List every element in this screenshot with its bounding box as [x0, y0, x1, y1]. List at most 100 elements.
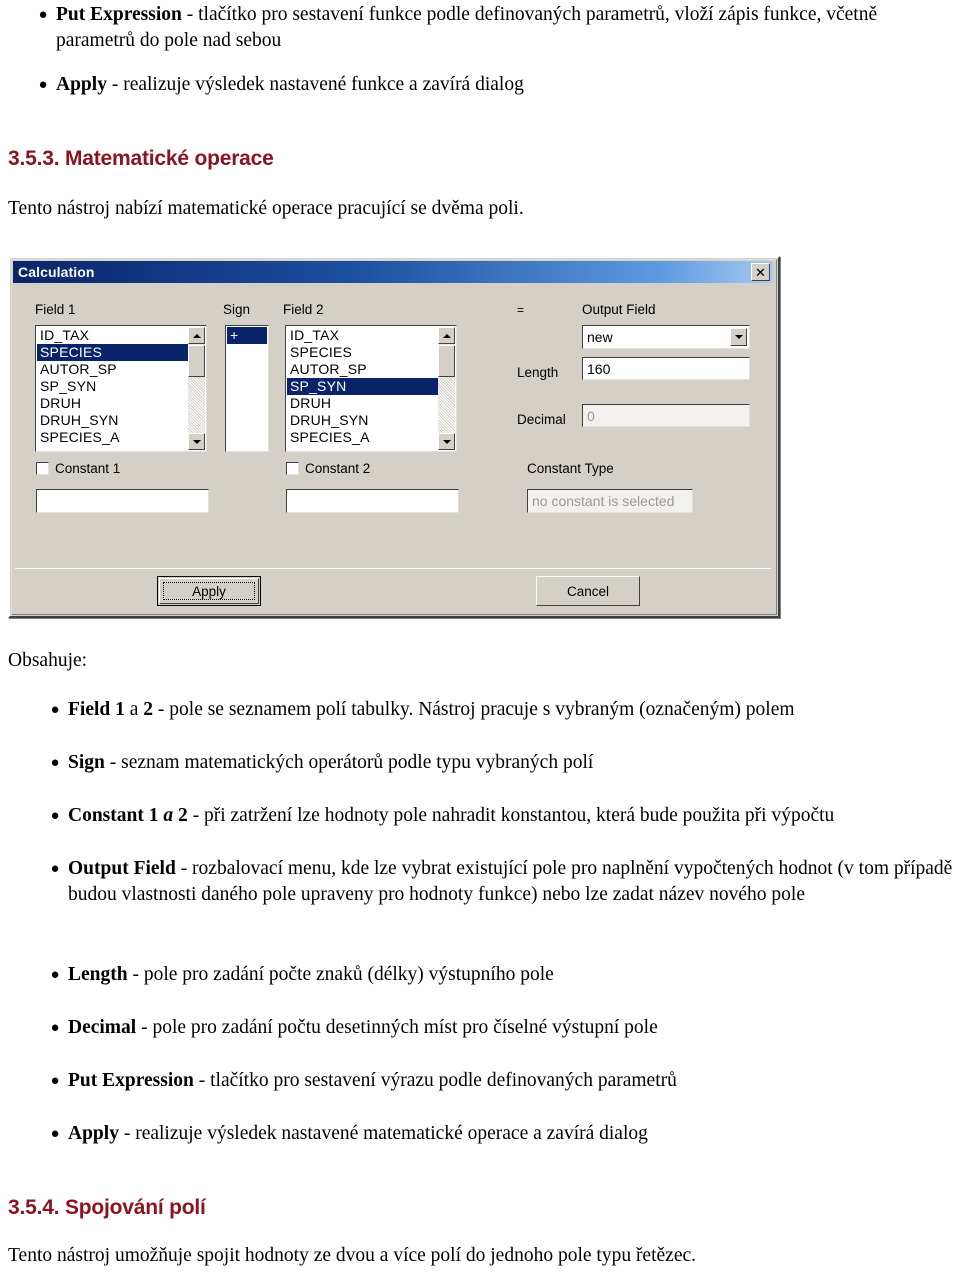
- term-put-expression: Put Expression: [56, 4, 182, 25]
- dialog-titlebar[interactable]: Calculation ✕: [13, 261, 773, 283]
- bullet-decimal: ● Decimal - pole pro zadání počtu deseti…: [42, 1015, 947, 1041]
- list-item[interactable]: ID_TAX: [287, 327, 438, 344]
- desc-length: - pole pro zadání počte znaků (délky) vý…: [127, 964, 554, 985]
- constant2-input[interactable]: [286, 489, 459, 513]
- term-output-field: Output Field: [68, 858, 176, 879]
- close-glyph: ✕: [755, 264, 766, 280]
- constant1-checkbox[interactable]: [36, 462, 49, 475]
- term-apply: Apply: [56, 74, 107, 95]
- decimal-value: 0: [587, 407, 595, 424]
- desc-apply-lower: - realizuje výsledek nastavené matematic…: [118, 1123, 648, 1144]
- bullet-dot-icon: ●: [50, 1020, 60, 1036]
- output-field-combobox[interactable]: new: [582, 325, 750, 349]
- term-field: Field 1: [68, 699, 125, 720]
- list-item[interactable]: SP_SYN: [37, 378, 188, 395]
- list-item[interactable]: DRUH: [37, 395, 188, 412]
- desc-put-expression-lower: - tlačítko pro sestavení výrazu podle de…: [193, 1070, 677, 1091]
- bullet-apply-top: ● Apply - realizuje výsledek nastavené f…: [30, 72, 945, 98]
- constant1-input[interactable]: [36, 489, 209, 513]
- label-constant1: Constant 1: [55, 461, 121, 476]
- term-field-2: 2: [143, 699, 154, 720]
- decimal-input[interactable]: 0: [582, 404, 750, 427]
- heading-3-5-3: 3.5.3. Matematické operace: [8, 147, 274, 170]
- label-length: Length: [517, 365, 559, 380]
- term-field-conj: a: [124, 699, 144, 720]
- field2-items: ID_TAX SPECIES AUTOR_SP SP_SYN DRUH DRUH…: [287, 327, 438, 450]
- apply-button[interactable]: Apply: [157, 576, 261, 606]
- heading-3-5-4: 3.5.4. Spojování polí: [8, 1196, 206, 1219]
- length-input[interactable]: 160: [582, 357, 750, 380]
- constant-type-display: no constant is selected: [527, 489, 693, 513]
- desc-apply: - realizuje výsledek nastavené funkce a …: [106, 74, 524, 95]
- field2-scrollbar[interactable]: [438, 327, 455, 450]
- constant2-checkbox-row[interactable]: Constant 2: [286, 461, 370, 476]
- term-decimal: Decimal: [68, 1017, 137, 1038]
- scroll-down-icon[interactable]: [188, 433, 205, 450]
- intro-3-5-4: Tento nástroj umožňuje spojit hodnoty ze…: [8, 1245, 697, 1266]
- list-item[interactable]: DRUH: [287, 395, 438, 412]
- sign-items: +: [227, 327, 267, 450]
- scrollbar-thumb[interactable]: [438, 345, 455, 377]
- scroll-up-icon[interactable]: [438, 327, 455, 344]
- desc-decimal: - pole pro zadání počtu desetinných míst…: [136, 1017, 658, 1038]
- list-item[interactable]: ID_TAX: [37, 327, 188, 344]
- sign-listbox[interactable]: +: [225, 325, 269, 452]
- label-sign: Sign: [223, 302, 251, 317]
- bullet-dot-icon: ●: [50, 967, 60, 983]
- field1-listbox[interactable]: ID_TAX SPECIES AUTOR_SP SP_SYN DRUH DRUH…: [35, 325, 207, 452]
- bullet-put-expression-lower: ● Put Expression - tlačítko pro sestaven…: [42, 1068, 947, 1094]
- term-put-expression-lower: Put Expression: [68, 1070, 194, 1091]
- term-constant: Constant 1: [68, 805, 159, 826]
- label-output-field: Output Field: [582, 302, 656, 317]
- term-sign: Sign: [68, 752, 105, 773]
- list-item[interactable]: SPECIES_A: [287, 429, 438, 446]
- bullet-put-expression: ● Put Expression - tlačítko pro sestaven…: [30, 2, 945, 54]
- list-item-selected[interactable]: SP_SYN: [287, 378, 438, 395]
- apply-button-label: Apply: [192, 583, 226, 599]
- output-field-value: new: [587, 329, 613, 345]
- desc-sign: - seznam matematických operátorů podle t…: [104, 752, 594, 773]
- length-value: 160: [587, 360, 611, 377]
- label-constant2: Constant 2: [305, 461, 371, 476]
- field1-scrollbar[interactable]: [188, 327, 205, 450]
- cancel-button[interactable]: Cancel: [536, 576, 640, 606]
- dialog-button-strip: Apply Cancel: [15, 570, 771, 614]
- bullet-dot-icon: ●: [50, 755, 60, 771]
- intro-3-5-3: Tento nástroj nabízí matematické operace…: [8, 198, 524, 219]
- desc-output-field: - rozbalovací menu, kde lze vybrat exist…: [68, 858, 953, 905]
- desc-field: - pole se seznamem polí tabulky. Nástroj…: [153, 699, 795, 720]
- dialog-title: Calculation: [18, 264, 95, 280]
- list-item[interactable]: DRUH_SYN: [37, 412, 188, 429]
- term-constant-conj: a: [158, 805, 178, 826]
- bullet-dot-icon: ●: [38, 77, 48, 93]
- bullet-sign: ● Sign - seznam matematických operátorů …: [42, 750, 947, 776]
- chevron-down-icon[interactable]: [730, 328, 747, 346]
- bullet-constant-1-2: ● Constant 1 a 2 - při zatržení lze hodn…: [42, 803, 957, 829]
- term-constant-2: 2: [177, 805, 188, 826]
- list-item[interactable]: AUTOR_SP: [37, 361, 188, 378]
- label-decimal: Decimal: [517, 412, 566, 427]
- bullet-field-1-2: ● Field 1 a 2 - pole se seznamem polí ta…: [42, 697, 947, 723]
- list-item[interactable]: SPECIES_A: [37, 429, 188, 446]
- constant-type-value: no constant is selected: [532, 493, 675, 509]
- list-item[interactable]: DRUH_SYN: [287, 412, 438, 429]
- list-item-selected[interactable]: SPECIES: [37, 344, 188, 361]
- list-item[interactable]: SPECIES: [287, 344, 438, 361]
- contains-label: Obsahuje:: [8, 650, 88, 671]
- bullet-dot-icon: ●: [50, 808, 60, 824]
- bullet-output-field: ● Output Field - rozbalovací menu, kde l…: [42, 856, 957, 908]
- list-item[interactable]: AUTOR_SP: [287, 361, 438, 378]
- calculation-dialog: Calculation ✕ Field 1 Sign Field 2 = Out…: [8, 256, 780, 618]
- constant1-checkbox-row[interactable]: Constant 1: [36, 461, 120, 476]
- label-equals: =: [517, 303, 525, 317]
- scroll-down-icon[interactable]: [438, 433, 455, 450]
- scrollbar-thumb[interactable]: [188, 345, 205, 377]
- close-icon[interactable]: ✕: [751, 263, 770, 281]
- scroll-up-icon[interactable]: [188, 327, 205, 344]
- constant2-checkbox[interactable]: [286, 462, 299, 475]
- term-length: Length: [68, 964, 128, 985]
- bullet-dot-icon: ●: [50, 1126, 60, 1142]
- field2-listbox[interactable]: ID_TAX SPECIES AUTOR_SP SP_SYN DRUH DRUH…: [285, 325, 457, 452]
- list-item-selected[interactable]: +: [227, 327, 267, 344]
- bullet-dot-icon: ●: [50, 861, 60, 877]
